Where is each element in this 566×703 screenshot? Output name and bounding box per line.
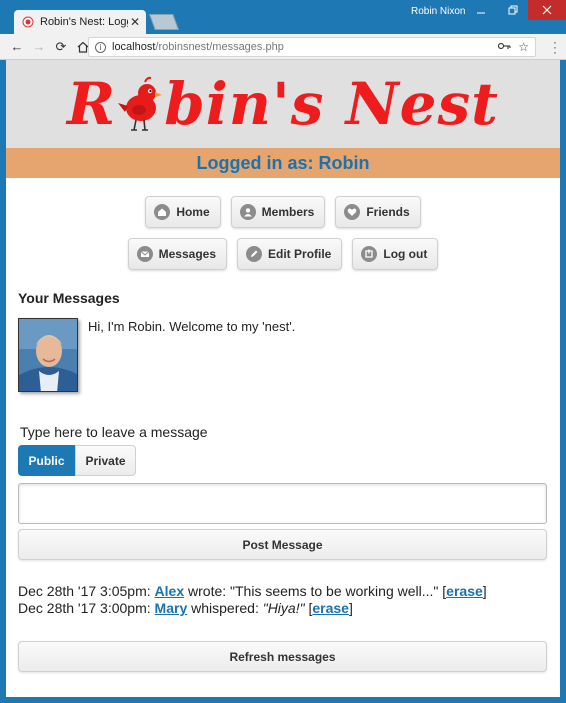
- members-button[interactable]: Members: [230, 196, 326, 228]
- main-content: Home Members Friends Messages Edit Profi…: [6, 196, 560, 672]
- private-radio[interactable]: Private: [75, 445, 136, 476]
- message-list: Dec 28th '17 3:05pm: Alex wrote: "This s…: [18, 583, 548, 617]
- browser-tab[interactable]: Robin's Nest: Logged in a ✕: [14, 10, 146, 34]
- message-prompt: Type here to leave a message: [20, 424, 208, 440]
- window-close-icon[interactable]: [528, 0, 566, 20]
- user-icon: [239, 204, 256, 220]
- messages-button[interactable]: Messages: [127, 238, 228, 270]
- pencil-icon: [246, 246, 263, 262]
- new-tab-button[interactable]: [149, 14, 179, 30]
- avatar: [18, 318, 78, 392]
- minimize-icon[interactable]: [464, 0, 498, 20]
- address-bar[interactable]: i localhost/robinsnest/messages.php ☆: [88, 37, 536, 57]
- erase-link[interactable]: erase: [446, 583, 483, 599]
- nav-row-2: Messages Edit Profile Log out: [18, 238, 548, 270]
- list-item: Dec 28th '17 3:00pm: Mary whispered: "Hi…: [18, 600, 353, 616]
- post-message-button[interactable]: Post Message: [18, 529, 547, 560]
- url-host: localhost: [112, 41, 156, 53]
- favicon-icon: [22, 16, 34, 28]
- reload-icon[interactable]: ⟳: [50, 36, 72, 58]
- edit-profile-button[interactable]: Edit Profile: [237, 238, 343, 270]
- restore-icon[interactable]: [496, 0, 530, 20]
- message-verb: wrote:: [188, 583, 227, 599]
- web-page: R bin's Nest Logged in as: Robin Home Me…: [6, 60, 560, 697]
- message-text: "This seems to be working well...": [230, 583, 439, 599]
- edit-profile-label: Edit Profile: [268, 247, 332, 261]
- robin-bird-icon: [117, 76, 163, 132]
- home-button[interactable]: Home: [145, 196, 221, 228]
- tab-strip: Robin's Nest: Logged in a ✕ Robin Nixon: [0, 0, 566, 34]
- author-link[interactable]: Mary: [155, 600, 188, 616]
- profile-block: Hi, I'm Robin. Welcome to my 'nest'.: [18, 318, 548, 392]
- profile-name[interactable]: Robin Nixon: [411, 6, 465, 17]
- members-label: Members: [261, 205, 315, 219]
- browser-menu-icon[interactable]: · · ·: [552, 36, 558, 58]
- url-path: /robinsnest/messages.php: [155, 41, 284, 53]
- heart-icon: [344, 204, 361, 220]
- erase-link[interactable]: erase: [312, 600, 349, 616]
- visibility-toggle: Public Private: [18, 445, 548, 476]
- message-textarea[interactable]: [18, 483, 547, 524]
- browser-window: Robin's Nest: Logged in a ✕ Robin Nixon …: [0, 0, 566, 703]
- logout-button[interactable]: Log out: [352, 238, 439, 270]
- tab-title: Robin's Nest: Logged in a: [40, 16, 128, 28]
- logged-in-text: Logged in as: Robin: [196, 152, 370, 173]
- forward-icon[interactable]: →: [28, 36, 50, 58]
- refresh-messages-button[interactable]: Refresh messages: [18, 641, 547, 672]
- tab-close-icon[interactable]: ✕: [128, 15, 142, 29]
- browser-toolbar: ← → ⟳ i localhost/robinsnest/messages.ph…: [0, 34, 566, 60]
- author-link[interactable]: Alex: [155, 583, 185, 599]
- messages-label: Messages: [158, 247, 217, 261]
- public-radio[interactable]: Public: [18, 445, 75, 476]
- mail-icon: [136, 246, 153, 262]
- home-label: Home: [176, 205, 210, 219]
- nav-row-1: Home Members Friends: [18, 196, 548, 228]
- info-icon[interactable]: i: [95, 41, 106, 53]
- bookmark-star-icon[interactable]: ☆: [518, 40, 529, 54]
- message-date: Dec 28th '17 3:00pm:: [18, 600, 151, 616]
- message-date: Dec 28th '17 3:05pm:: [18, 583, 151, 599]
- site-logo[interactable]: R bin's Nest: [67, 70, 499, 138]
- back-icon[interactable]: ←: [6, 36, 28, 58]
- profile-intro: Hi, I'm Robin. Welcome to my 'nest'.: [88, 319, 296, 334]
- logout-icon: [361, 246, 378, 262]
- friends-button[interactable]: Friends: [335, 196, 421, 228]
- logged-in-bar: Logged in as: Robin: [6, 148, 560, 178]
- home-icon: [154, 204, 171, 220]
- logout-label: Log out: [383, 247, 428, 261]
- message-text: "Hiya!": [262, 600, 305, 616]
- logo-text-start: R: [67, 70, 117, 138]
- site-banner: R bin's Nest: [6, 60, 560, 148]
- key-icon[interactable]: [497, 41, 511, 53]
- list-item: Dec 28th '17 3:05pm: Alex wrote: "This s…: [18, 583, 487, 599]
- logo-text-end: bin's Nest: [164, 70, 499, 138]
- section-heading: Your Messages: [18, 290, 120, 306]
- friends-label: Friends: [366, 205, 410, 219]
- message-verb: whispered:: [191, 600, 259, 616]
